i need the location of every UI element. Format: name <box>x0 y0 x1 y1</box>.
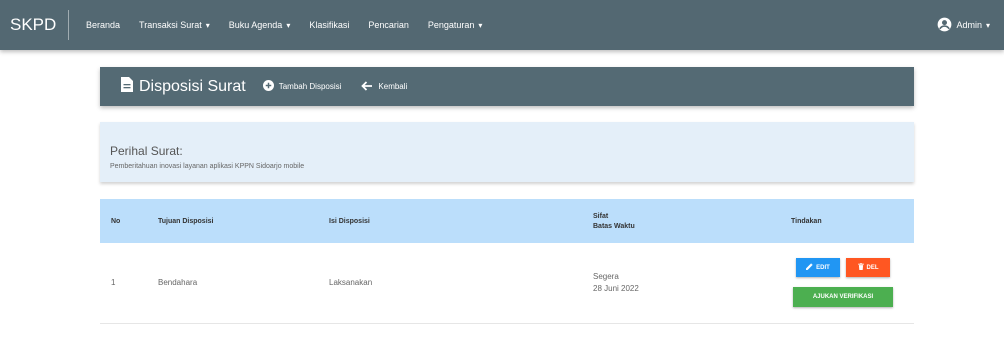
top-navbar: SKPD Beranda Transaksi Surat ▾ Buku Agen… <box>0 0 1004 50</box>
request-verification-button[interactable]: AJUKAN VERIFIKASI <box>793 287 893 308</box>
nav-item-label: Beranda <box>86 20 121 30</box>
caret-down-icon: ▾ <box>205 20 210 30</box>
brand-logo[interactable]: SKPD <box>0 10 69 40</box>
nav-item-pengaturan[interactable]: Pengaturan ▾ <box>428 20 483 30</box>
trash-icon <box>857 263 867 272</box>
document-icon <box>121 76 139 97</box>
back-button[interactable]: Kembali <box>361 80 408 93</box>
nav-item-label: Klasifikasi <box>309 20 350 30</box>
caret-down-icon: ▾ <box>478 20 483 30</box>
nav-item-buku-agenda[interactable]: Buku Agenda ▾ <box>229 20 291 30</box>
pencil-icon <box>806 263 816 272</box>
perihal-label: Perihal Surat: <box>110 144 183 158</box>
edit-button[interactable]: EDIT <box>796 258 840 278</box>
nav-item-label: Pencarian <box>368 20 409 30</box>
user-menu[interactable]: Admin ▾ <box>937 0 990 50</box>
header-batas-waktu: Batas Waktu <box>593 222 635 230</box>
add-circle-icon <box>262 80 279 93</box>
header-tindakan: Tindakan <box>791 217 822 225</box>
nav-item-label: Transaksi Surat <box>139 20 202 30</box>
caret-down-icon: ▾ <box>985 20 990 30</box>
add-disposition-button[interactable]: Tambah Disposisi <box>262 80 342 93</box>
back-label: Kembali <box>378 82 408 91</box>
header-no: No <box>111 217 121 225</box>
page-title-text: Disposisi Surat <box>139 77 246 95</box>
nav-item-klasifikasi[interactable]: Klasifikasi <box>309 20 349 30</box>
page-title: Disposisi Surat <box>121 76 246 97</box>
account-circle-icon <box>937 17 956 34</box>
table-row: 1 Bendahara Laksanakan Segera 28 Juni 20… <box>100 243 914 323</box>
page-header-card: Disposisi Surat Tambah Disposisi Kembali <box>100 67 914 106</box>
caret-down-icon: ▾ <box>286 20 291 30</box>
cell-sifat-batas: Segera 28 Juni 2022 <box>593 243 791 323</box>
header-isi: Isi Disposisi <box>329 217 370 225</box>
action-group: EDIT DEL AJUKAN VERIFIKASI <box>791 258 895 308</box>
perihal-card: Perihal Surat: Pemberitahuan inovasi lay… <box>100 122 914 182</box>
cell-tujuan: Bendahara <box>158 278 198 288</box>
edit-delete-row: EDIT DEL <box>796 258 890 278</box>
nav-item-pencarian[interactable]: Pencarian <box>368 20 409 30</box>
nav-item-beranda[interactable]: Beranda <box>86 20 120 30</box>
cell-no: 1 <box>111 278 116 288</box>
nav-item-label: Pengaturan <box>427 20 475 30</box>
cell-actions: EDIT DEL AJUKAN VERIFIKASI <box>791 243 914 323</box>
delete-button[interactable]: DEL <box>846 258 890 278</box>
header-tujuan: Tujuan Disposisi <box>158 217 214 225</box>
nav-menu: Beranda Transaksi Surat ▾ Buku Agenda ▾ … <box>86 20 501 30</box>
cell-isi: Laksanakan <box>329 278 373 288</box>
header-sifat-batas: Sifat Batas Waktu <box>593 199 791 243</box>
table-header-row: No Tujuan Disposisi Isi Disposisi Sifat … <box>100 199 914 243</box>
add-disposition-label: Tambah Disposisi <box>278 82 342 91</box>
nav-item-transaksi-surat[interactable]: Transaksi Surat ▾ <box>139 20 210 30</box>
disposition-table: No Tujuan Disposisi Isi Disposisi Sifat … <box>100 199 914 324</box>
user-name: Admin <box>956 20 982 30</box>
arrow-left-icon <box>361 80 378 93</box>
perihal-text: Pemberitahuan inovasi layanan aplikasi K… <box>110 163 305 170</box>
header-sifat: Sifat <box>593 212 609 220</box>
edit-label: EDIT <box>816 264 830 271</box>
delete-label: DEL <box>866 264 879 271</box>
cell-batas-waktu: 28 Juni 2022 <box>593 284 639 294</box>
cell-sifat: Segera <box>593 272 619 282</box>
nav-item-label: Buku Agenda <box>228 20 283 30</box>
